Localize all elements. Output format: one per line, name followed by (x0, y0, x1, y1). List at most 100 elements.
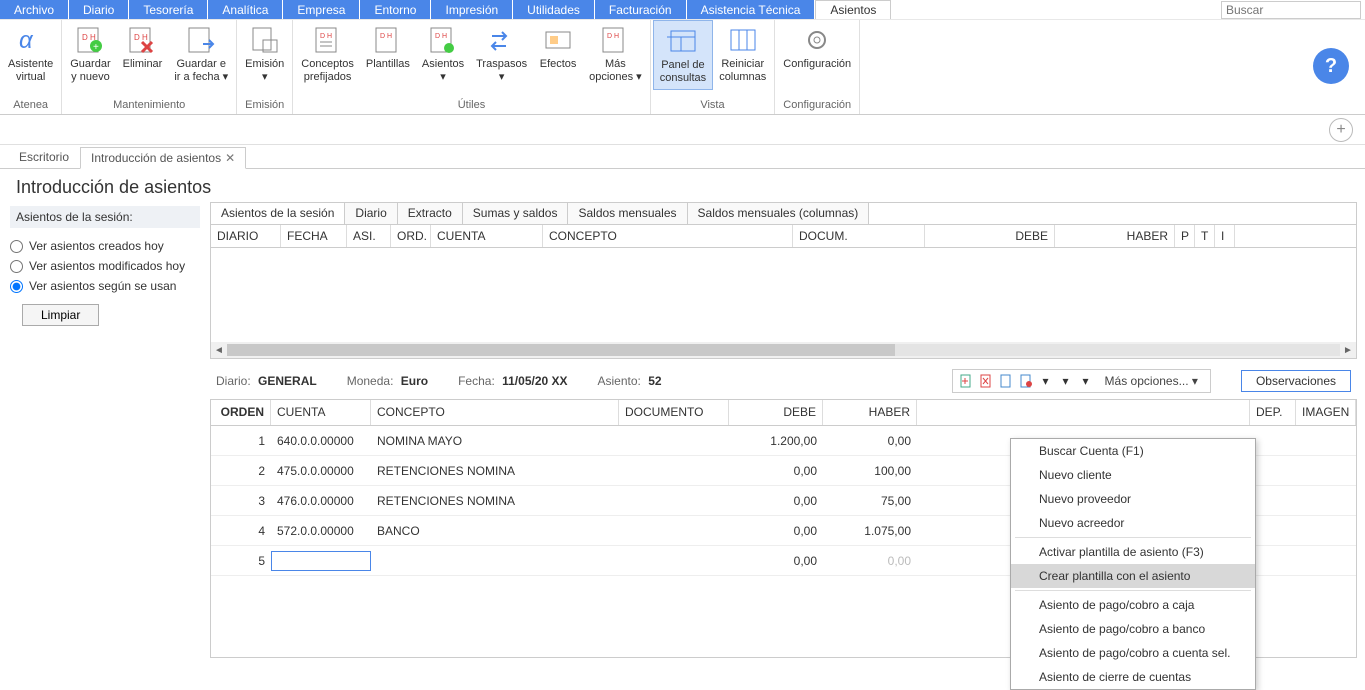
context-menu-item[interactable]: Asiento de pago/cobro a cuenta sel. (1011, 641, 1255, 665)
grid-col-header[interactable]: CUENTA (431, 225, 543, 247)
menu-diario[interactable]: Diario (69, 0, 128, 19)
entry-col-header[interactable]: ORDEN (211, 400, 271, 425)
grid-col-header[interactable]: I (1215, 225, 1235, 247)
tb-doc5-icon[interactable]: ▾ (1077, 372, 1095, 390)
context-menu-item[interactable]: Buscar Cuenta (F1) (1011, 439, 1255, 463)
ribbon-guardar-nuevo[interactable]: D H+Guardary nuevo (64, 20, 116, 88)
ribbon-traspasos[interactable]: Traspasos▾ (470, 20, 533, 88)
ribbon-mas-opciones[interactable]: D HMásopciones ▾ (583, 20, 648, 88)
entry-cell[interactable] (1250, 437, 1296, 445)
tb-new-icon[interactable] (957, 372, 975, 390)
grid-col-header[interactable]: FECHA (281, 225, 347, 247)
radio-option[interactable]: Ver asientos según se usan (10, 276, 200, 296)
context-menu-item[interactable]: Crear plantilla con el asiento (1011, 564, 1255, 588)
grid-col-header[interactable]: T (1195, 225, 1215, 247)
entry-cell[interactable] (1250, 467, 1296, 475)
entry-col-header[interactable]: CUENTA (271, 400, 371, 425)
context-menu-item[interactable]: Nuevo cliente (1011, 463, 1255, 487)
entry-col-header[interactable]: IMAGEN (1296, 400, 1356, 425)
grid-col-header[interactable]: HABER (1055, 225, 1175, 247)
doc-tab[interactable]: Introducción de asientos✕ (80, 147, 246, 169)
ribbon-guardar-ir-fecha[interactable]: Guardar eir a fecha ▾ (168, 20, 234, 88)
radio-option[interactable]: Ver asientos creados hoy (10, 236, 200, 256)
entry-col-header[interactable]: DEBE (729, 400, 823, 425)
inner-tab[interactable]: Saldos mensuales (568, 203, 687, 224)
ribbon-reiniciar-cols[interactable]: Reiniciarcolumnas (713, 20, 772, 88)
entry-cell[interactable] (619, 497, 729, 505)
entry-cell[interactable]: 572.0.0.00000 (271, 520, 371, 542)
entry-cell[interactable]: 0,00 (729, 520, 823, 542)
entry-cell[interactable]: 1.200,00 (729, 430, 823, 452)
entry-cell[interactable]: 75,00 (823, 490, 917, 512)
inner-tab[interactable]: Sumas y saldos (463, 203, 569, 224)
entry-col-header[interactable]: CONCEPTO (371, 400, 619, 425)
ribbon-configuracion[interactable]: Configuración (777, 20, 857, 75)
menu-archivo[interactable]: Archivo (0, 0, 68, 19)
ribbon-asistente-virtual[interactable]: αAsistentevirtual (2, 20, 59, 88)
entry-cell[interactable] (619, 437, 729, 445)
context-menu-item[interactable]: Asiento de cierre de cuentas (1011, 665, 1255, 689)
menu-asistencia técnica[interactable]: Asistencia Técnica (687, 0, 815, 19)
entry-cell[interactable] (1296, 497, 1356, 505)
menu-utilidades[interactable]: Utilidades (513, 0, 594, 19)
clear-button[interactable]: Limpiar (22, 304, 99, 326)
entry-cell[interactable]: 0,00 (823, 430, 917, 452)
entry-cell[interactable]: 1.075,00 (823, 520, 917, 542)
help-icon[interactable]: ? (1313, 48, 1349, 84)
entry-cell[interactable]: RETENCIONES NOMINA (371, 460, 619, 482)
entry-cell[interactable]: 1 (211, 430, 271, 452)
ribbon-conceptos[interactable]: D HConceptosprefijados (295, 20, 360, 88)
entry-cell[interactable]: 475.0.0.00000 (271, 460, 371, 482)
menu-entorno[interactable]: Entorno (360, 0, 430, 19)
context-menu-item[interactable]: Nuevo proveedor (1011, 487, 1255, 511)
ribbon-efectos[interactable]: Efectos (533, 20, 583, 75)
inner-tab[interactable]: Saldos mensuales (columnas) (688, 203, 870, 224)
menu-empresa[interactable]: Empresa (283, 0, 359, 19)
radio-input[interactable] (10, 260, 23, 273)
entry-col-header[interactable] (917, 400, 1250, 425)
entry-col-header[interactable]: DEP. (1250, 400, 1296, 425)
entry-cell[interactable] (1296, 437, 1356, 445)
inner-tab[interactable]: Diario (345, 203, 397, 224)
grid-col-header[interactable]: DOCUM. (793, 225, 925, 247)
ribbon-plantillas[interactable]: D HPlantillas (360, 20, 416, 75)
entry-cell[interactable] (1250, 527, 1296, 535)
close-icon[interactable]: ✕ (225, 151, 235, 165)
entry-cell[interactable]: NOMINA MAYO (371, 430, 619, 452)
scroll-right-icon[interactable]: ► (1340, 345, 1356, 356)
entry-cell[interactable] (1296, 527, 1356, 535)
grid-col-header[interactable]: ASI. (347, 225, 391, 247)
doc-tab[interactable]: Escritorio (8, 146, 80, 168)
context-menu-item[interactable]: Nuevo acreedor (1011, 511, 1255, 535)
entry-cell[interactable] (619, 527, 729, 535)
entry-cell[interactable]: RETENCIONES NOMINA (371, 490, 619, 512)
radio-input[interactable] (10, 240, 23, 253)
ribbon-panel-consultas[interactable]: Panel deconsultas (653, 20, 713, 90)
radio-option[interactable]: Ver asientos modificados hoy (10, 256, 200, 276)
tb-doc1-icon[interactable] (997, 372, 1015, 390)
grid-col-header[interactable]: DEBE (925, 225, 1055, 247)
ribbon-eliminar[interactable]: D HEliminar (117, 20, 169, 75)
grid-col-header[interactable]: ORD. (391, 225, 431, 247)
upper-grid-scroll[interactable]: ◄ ► (211, 342, 1356, 358)
menu-analítica[interactable]: Analítica (208, 0, 282, 19)
context-menu-item[interactable]: Activar plantilla de asiento (F3) (1011, 540, 1255, 564)
inner-tab[interactable]: Extracto (398, 203, 463, 224)
entry-cell[interactable]: 3 (211, 490, 271, 512)
context-menu-item[interactable]: Asiento de pago/cobro a caja (1011, 593, 1255, 617)
menu-tesorería[interactable]: Tesorería (129, 0, 207, 19)
search-input[interactable] (1221, 1, 1361, 19)
entry-cell[interactable]: 0,00 (729, 460, 823, 482)
entry-cell[interactable] (619, 467, 729, 475)
radio-input[interactable] (10, 280, 23, 293)
entry-cell[interactable]: 5 (211, 550, 271, 572)
entry-cell[interactable]: 476.0.0.00000 (271, 490, 371, 512)
entry-cell[interactable] (619, 557, 729, 565)
more-options-dropdown[interactable]: Más opciones... ▾ (1097, 372, 1206, 390)
observaciones-button[interactable]: Observaciones (1241, 370, 1351, 392)
entry-col-header[interactable]: HABER (823, 400, 917, 425)
entry-cell[interactable]: 100,00 (823, 460, 917, 482)
entry-cell[interactable] (271, 551, 371, 571)
add-button[interactable]: + (1329, 118, 1353, 142)
entry-cell[interactable]: 640.0.0.00000 (271, 430, 371, 452)
